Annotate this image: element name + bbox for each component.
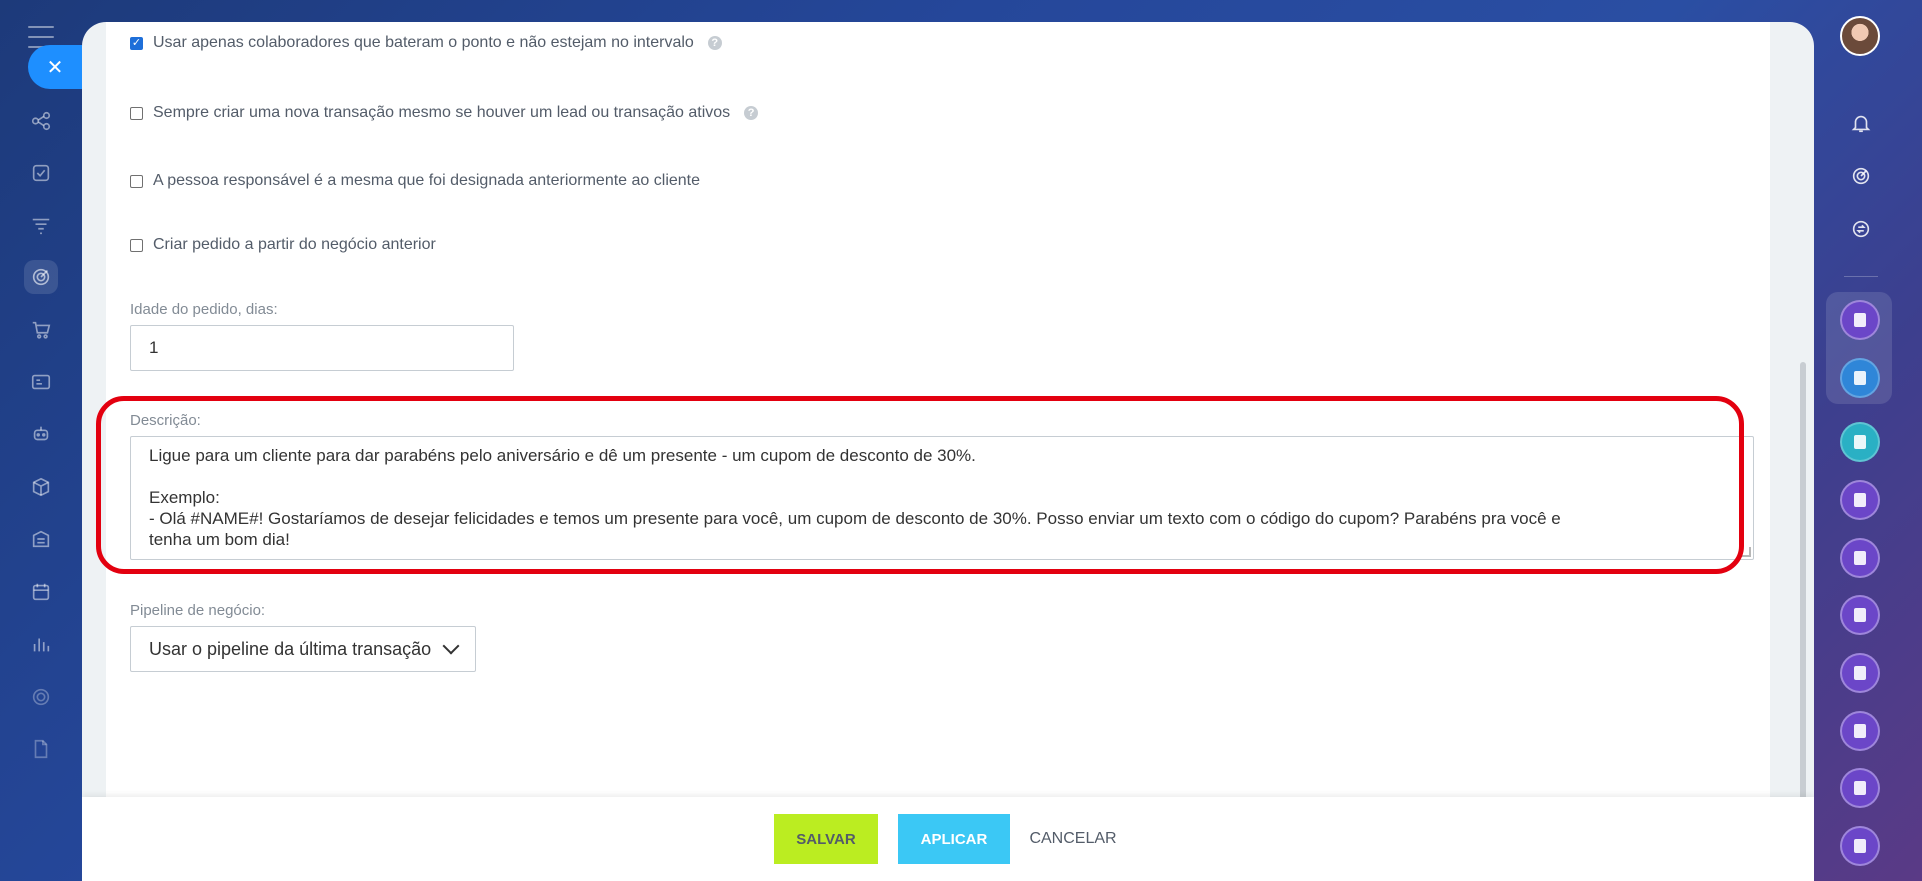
checkbox-row-always-create[interactable]: Sempre criar uma nova transação mesmo se… xyxy=(130,104,759,122)
checkbox-label: Usar apenas colaboradores que bateram o … xyxy=(153,34,694,51)
checkbox-always-create[interactable] xyxy=(130,106,143,120)
bar-chart-icon[interactable] xyxy=(24,627,58,661)
app-icon[interactable] xyxy=(1840,480,1880,520)
avatar[interactable] xyxy=(1840,16,1880,56)
app-icon[interactable] xyxy=(1840,826,1880,866)
chat-sync-icon[interactable] xyxy=(1842,210,1880,248)
help-icon[interactable]: ? xyxy=(707,36,722,50)
description-line: Ligue para um cliente para dar parabéns … xyxy=(149,446,976,465)
target-icon[interactable] xyxy=(24,260,58,294)
target-icon[interactable] xyxy=(1842,157,1880,195)
description-line xyxy=(149,466,1735,487)
apply-button[interactable]: APLICAR xyxy=(898,814,1010,864)
task-check-icon[interactable] xyxy=(24,156,58,190)
close-button[interactable]: ✕ xyxy=(28,45,82,89)
building-icon[interactable] xyxy=(24,522,58,556)
description-line: Exemplo: xyxy=(149,488,220,507)
form-content: ✓ Usar apenas colaboradores que bateram … xyxy=(96,22,1770,797)
app-icon[interactable] xyxy=(1840,768,1880,808)
chevron-down-icon xyxy=(442,637,460,655)
app-icon[interactable] xyxy=(1840,653,1880,693)
bookmark-icon[interactable] xyxy=(1840,358,1880,398)
app-icon[interactable] xyxy=(1840,711,1880,751)
checkbox-row-create-order[interactable]: Criar pedido a partir do negócio anterio… xyxy=(130,236,436,254)
checkbox-row-clocked-in[interactable]: ✓ Usar apenas colaboradores que bateram … xyxy=(130,34,722,52)
checkbox-label: Criar pedido a partir do negócio anterio… xyxy=(153,236,436,253)
document-icon[interactable] xyxy=(24,732,58,766)
description-label: Descrição: xyxy=(130,412,201,429)
app-icon[interactable] xyxy=(1840,300,1880,340)
description-line: tenha um bom dia! xyxy=(149,530,290,549)
checkbox-row-same-responsible[interactable]: A pessoa responsável é a mesma que foi d… xyxy=(130,172,700,190)
divider xyxy=(1844,276,1878,277)
settings-panel: ✓ Usar apenas colaboradores que bateram … xyxy=(82,22,1814,881)
close-icon: ✕ xyxy=(46,56,64,79)
checkbox-label: Sempre criar uma nova transação mesmo se… xyxy=(153,104,731,121)
save-button[interactable]: SALVAR xyxy=(774,814,878,864)
help-icon[interactable]: ? xyxy=(744,106,759,120)
calendar-icon[interactable] xyxy=(24,575,58,609)
footer-bar: SALVAR APLICAR CANCELAR xyxy=(82,797,1814,881)
left-sidebar: ✕ xyxy=(0,0,82,881)
pipeline-select[interactable]: Usar o pipeline da última transação xyxy=(130,626,476,672)
id-card-icon[interactable] xyxy=(24,365,58,399)
order-age-label: Idade do pedido, dias: xyxy=(130,301,278,318)
robot-icon[interactable] xyxy=(24,417,58,451)
order-age-input[interactable]: 1 xyxy=(130,325,514,371)
box-icon[interactable] xyxy=(24,470,58,504)
share-nodes-icon[interactable] xyxy=(24,104,58,138)
app-icon[interactable] xyxy=(1840,538,1880,578)
checkbox-label: A pessoa responsável é a mesma que foi d… xyxy=(153,172,701,189)
cart-icon[interactable] xyxy=(24,313,58,347)
description-line: - Olá #NAME#! Gostaríamos de desejar fel… xyxy=(149,509,1561,528)
filter-funnel-icon[interactable] xyxy=(24,209,58,243)
resize-handle[interactable] xyxy=(1741,547,1751,557)
app-icon[interactable] xyxy=(1840,595,1880,635)
cancel-button[interactable]: CANCELAR xyxy=(1028,814,1118,864)
pipeline-selected: Usar o pipeline da última transação xyxy=(149,638,432,659)
chat-bubble-icon[interactable] xyxy=(1840,422,1880,462)
right-sidebar xyxy=(1814,0,1922,881)
bell-icon[interactable] xyxy=(1842,104,1880,142)
checkbox-same-responsible[interactable] xyxy=(130,174,143,188)
shield-icon[interactable] xyxy=(24,680,58,714)
description-textarea[interactable]: Ligue para um cliente para dar parabéns … xyxy=(130,436,1754,560)
pipeline-label: Pipeline de negócio: xyxy=(130,602,266,619)
checkbox-create-order[interactable] xyxy=(130,238,143,252)
checkbox-clocked-in[interactable]: ✓ xyxy=(130,36,143,50)
